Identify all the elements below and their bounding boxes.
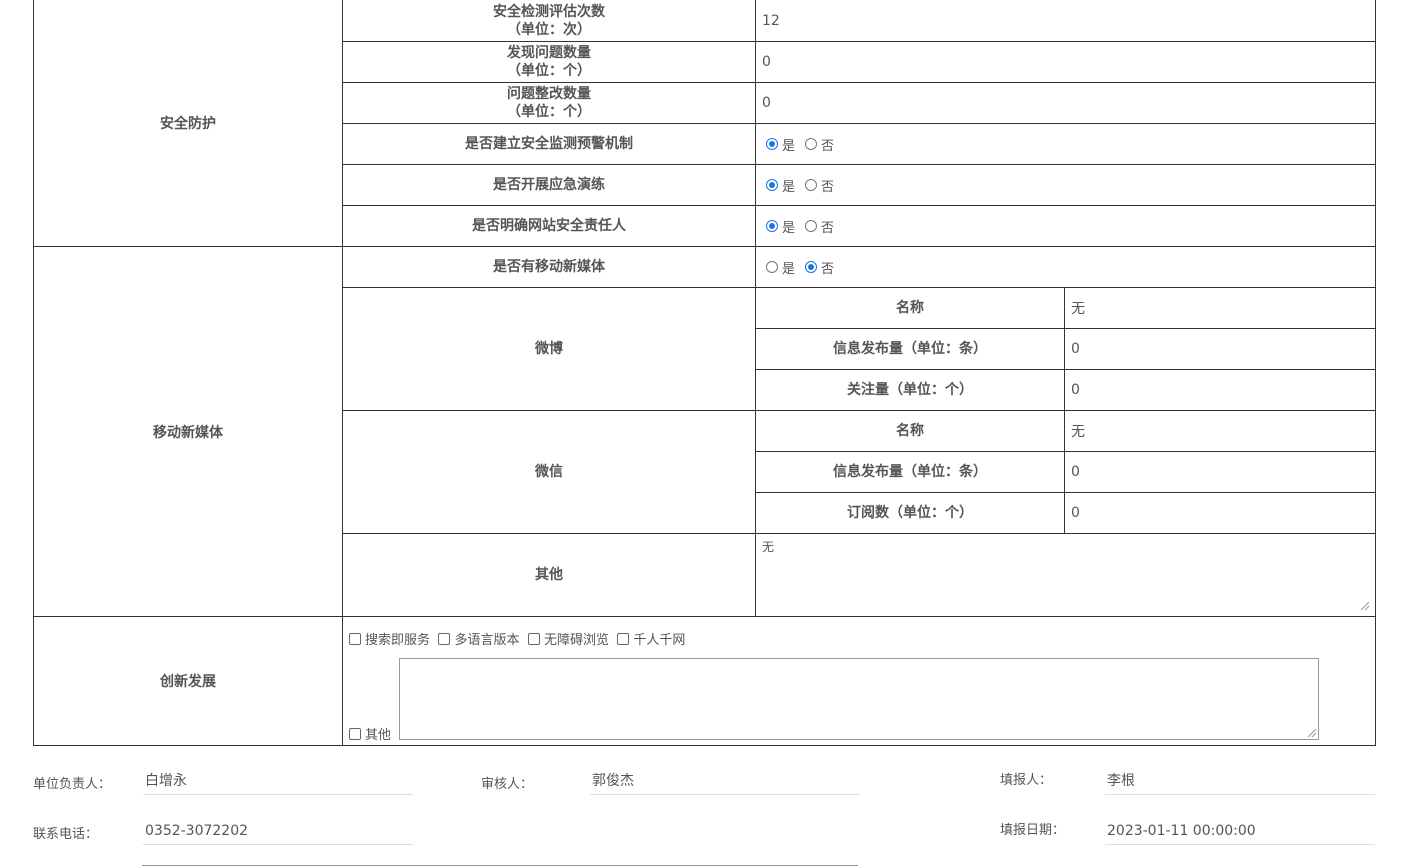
wechat-name-label: 名称 <box>755 410 1065 452</box>
checkbox-icon[interactable] <box>349 632 361 645</box>
weibo-label: 微博 <box>342 287 756 411</box>
option-search-service[interactable]: 搜索即服务 <box>349 629 430 648</box>
label-line: 发现问题数量 <box>507 45 591 61</box>
emergency-drill-radio-group: 是 否 <box>754 164 1377 206</box>
filler-field[interactable]: 李根 <box>1105 769 1375 795</box>
leader-field[interactable]: 白增永 <box>143 769 413 795</box>
label-unit: （单位：个） <box>507 104 591 120</box>
yes-label: 是 <box>782 138 796 154</box>
owner-no-radio[interactable] <box>805 220 818 232</box>
security-owner-radio-group: 是 否 <box>754 205 1377 247</box>
other-media-label: 其他 <box>342 533 756 617</box>
monitor-mechanism-label: 是否建立安全监测预警机制 <box>342 123 756 165</box>
media-no-radio[interactable] <box>805 261 818 273</box>
checkbox-icon[interactable] <box>349 727 361 740</box>
no-label: 否 <box>821 138 835 154</box>
wechat-posts-label: 信息发布量（单位：条） <box>755 451 1065 493</box>
option-label: 搜索即服务 <box>365 633 431 648</box>
option-multilingual[interactable]: 多语言版本 <box>438 629 519 648</box>
date-label: 填报日期： <box>1000 823 1066 838</box>
owner-yes-radio[interactable] <box>766 220 778 232</box>
label-unit: （单位：个） <box>507 63 591 79</box>
innovation-checkbox-group: 搜索即服务 多语言版本 无障碍浏览 千人千网 <box>349 629 689 649</box>
weibo-name-value[interactable]: 无 <box>1063 287 1377 329</box>
other-media-textarea[interactable]: 无 <box>758 536 1371 612</box>
resize-grip-icon[interactable] <box>1361 602 1370 610</box>
report-form-table: 安全防护 安全检测评估次数 （单位：次） 12 发现问题数量 （单位：个） 0 … <box>33 0 1377 746</box>
category-security: 安全防护 <box>33 0 343 247</box>
option-accessibility[interactable]: 无障碍浏览 <box>527 629 609 648</box>
category-innovation: 创新发展 <box>33 616 343 746</box>
filler-label: 填报人： <box>1000 773 1053 788</box>
issues-found-value[interactable]: 0 <box>754 41 1377 83</box>
yes-label: 是 <box>782 261 796 277</box>
option-other[interactable]: 其他 <box>349 724 391 743</box>
option-personalized[interactable]: 千人千网 <box>617 629 685 648</box>
issues-fixed-value[interactable]: 0 <box>754 82 1377 124</box>
assess-count-label: 安全检测评估次数 （单位：次） <box>342 0 756 42</box>
security-owner-label: 是否明确网站安全责任人 <box>342 205 756 247</box>
option-label: 多语言版本 <box>454 633 520 648</box>
emergency-drill-label: 是否开展应急演练 <box>342 164 756 206</box>
wechat-sub-label: 订阅数（单位：个） <box>755 492 1065 534</box>
weibo-follow-label: 关注量（单位：个） <box>755 369 1065 411</box>
innovation-cell: 搜索即服务 多语言版本 无障碍浏览 千人千网 其他 <box>341 616 1377 746</box>
resize-grip-icon[interactable] <box>1308 729 1316 737</box>
date-field[interactable]: 2023-01-11 00:00:00 <box>1105 819 1375 845</box>
yes-label: 是 <box>782 220 796 236</box>
wechat-posts-value[interactable]: 0 <box>1063 451 1377 493</box>
option-label: 千人千网 <box>633 633 686 648</box>
wechat-label: 微信 <box>342 410 756 534</box>
no-label: 否 <box>821 220 835 236</box>
drill-yes-radio[interactable] <box>766 179 778 191</box>
weibo-posts-value[interactable]: 0 <box>1063 328 1377 370</box>
wechat-sub-value[interactable]: 0 <box>1063 492 1377 534</box>
issues-found-label: 发现问题数量 （单位：个） <box>342 41 756 83</box>
label-line: 安全检测评估次数 <box>493 3 605 20</box>
other-media-text: 无 <box>762 540 775 554</box>
checkbox-icon[interactable] <box>438 632 451 645</box>
other-media-cell: 无 <box>754 533 1377 617</box>
reviewer-field[interactable]: 郭俊杰 <box>590 769 860 795</box>
label-unit: （单位：次） <box>507 21 591 38</box>
weibo-name-label: 名称 <box>755 287 1065 329</box>
issues-fixed-label: 问题整改数量 （单位：个） <box>342 82 756 124</box>
weibo-follow-value[interactable]: 0 <box>1063 369 1377 411</box>
innovation-other-textarea[interactable] <box>399 658 1319 740</box>
assess-count-value[interactable]: 12 <box>754 0 1377 42</box>
divider <box>142 865 858 866</box>
has-media-radio-group: 是 否 <box>754 246 1377 288</box>
option-label: 无障碍浏览 <box>543 633 609 648</box>
yes-label: 是 <box>782 179 796 195</box>
monitor-mechanism-radio-group: 是 否 <box>754 123 1377 165</box>
category-mobile-media: 移动新媒体 <box>33 246 343 617</box>
reviewer-label: 审核人： <box>481 777 534 792</box>
no-label: 否 <box>821 179 835 195</box>
phone-field[interactable]: 0352-3072202 <box>143 819 413 845</box>
label-line: 问题整改数量 <box>507 86 591 102</box>
no-label: 否 <box>821 261 835 277</box>
wechat-name-value[interactable]: 无 <box>1063 410 1377 452</box>
phone-label: 联系电话： <box>33 827 99 842</box>
monitor-yes-radio[interactable] <box>766 138 778 150</box>
media-yes-radio[interactable] <box>766 261 778 273</box>
option-label: 其他 <box>365 728 392 743</box>
has-media-label: 是否有移动新媒体 <box>342 246 756 288</box>
monitor-no-radio[interactable] <box>805 138 818 150</box>
checkbox-icon[interactable] <box>527 632 540 645</box>
leader-label: 单位负责人： <box>33 777 112 792</box>
drill-no-radio[interactable] <box>805 179 818 191</box>
checkbox-icon[interactable] <box>617 632 630 645</box>
weibo-posts-label: 信息发布量（单位：条） <box>755 328 1065 370</box>
